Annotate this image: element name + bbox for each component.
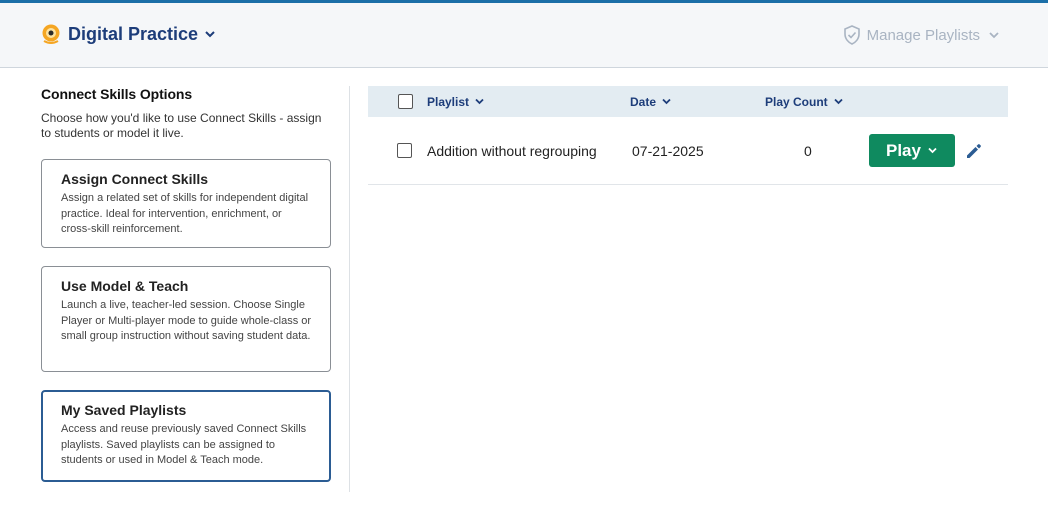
playlist-date: 07-21-2025 <box>632 143 704 159</box>
playlist-name: Addition without regrouping <box>427 143 597 159</box>
my-saved-playlists-card[interactable]: My Saved Playlists Access and reuse prev… <box>41 390 331 482</box>
column-label: Play Count <box>765 94 828 109</box>
options-panel: Connect Skills Options Choose how you'd … <box>41 86 333 482</box>
shield-check-icon <box>843 25 860 45</box>
assign-connect-skills-card[interactable]: Assign Connect Skills Assign a related s… <box>41 159 331 248</box>
card-title: Assign Connect Skills <box>61 171 209 187</box>
top-bar: Digital Practice Manage Playlists <box>0 0 1048 68</box>
column-label: Playlist <box>427 94 470 109</box>
play-button[interactable]: Play <box>869 134 955 167</box>
manage-playlists-label: Manage Playlists <box>866 26 980 44</box>
playlist-table: Playlist Date Play Count Addition withou… <box>368 86 1008 185</box>
app-title: Digital Practice <box>68 23 199 44</box>
column-label: Date <box>630 94 657 109</box>
column-header-playlist[interactable]: Playlist <box>427 86 485 117</box>
table-header-row: Playlist Date Play Count <box>368 86 1008 117</box>
pencil-icon[interactable] <box>964 141 984 161</box>
row-checkbox[interactable] <box>397 143 412 158</box>
chevron-down-icon <box>662 98 671 105</box>
product-switcher[interactable]: Digital Practice <box>40 23 216 45</box>
column-header-play-count[interactable]: Play Count <box>765 86 844 117</box>
chevron-down-icon <box>205 31 215 38</box>
chevron-down-icon <box>928 147 937 154</box>
card-description: Assign a related set of skills for indep… <box>61 192 309 235</box>
chevron-down-icon <box>989 32 999 39</box>
panel-subtitle: Choose how you'd like to use Connect Ski… <box>41 111 322 140</box>
card-description: Launch a live, teacher-led session. Choo… <box>61 299 312 342</box>
card-title: My Saved Playlists <box>61 402 187 418</box>
card-title: Use Model & Teach <box>61 278 189 294</box>
table-row: Addition without regrouping 07-21-2025 0… <box>368 117 1008 185</box>
play-button-label: Play <box>886 140 921 160</box>
model-and-teach-card[interactable]: Use Model & Teach Launch a live, teacher… <box>41 266 331 372</box>
card-description: Access and reuse previously saved Connec… <box>61 423 307 466</box>
select-all-checkbox[interactable] <box>398 94 413 109</box>
manage-playlists-menu[interactable]: Manage Playlists <box>843 25 1000 45</box>
play-count: 0 <box>804 143 812 159</box>
column-header-date[interactable]: Date <box>630 86 672 117</box>
chevron-down-icon <box>475 98 484 105</box>
chevron-down-icon <box>834 98 843 105</box>
panel-divider <box>349 86 350 492</box>
digital-practice-logo-icon <box>42 24 60 44</box>
panel-heading: Connect Skills Options <box>41 86 193 102</box>
